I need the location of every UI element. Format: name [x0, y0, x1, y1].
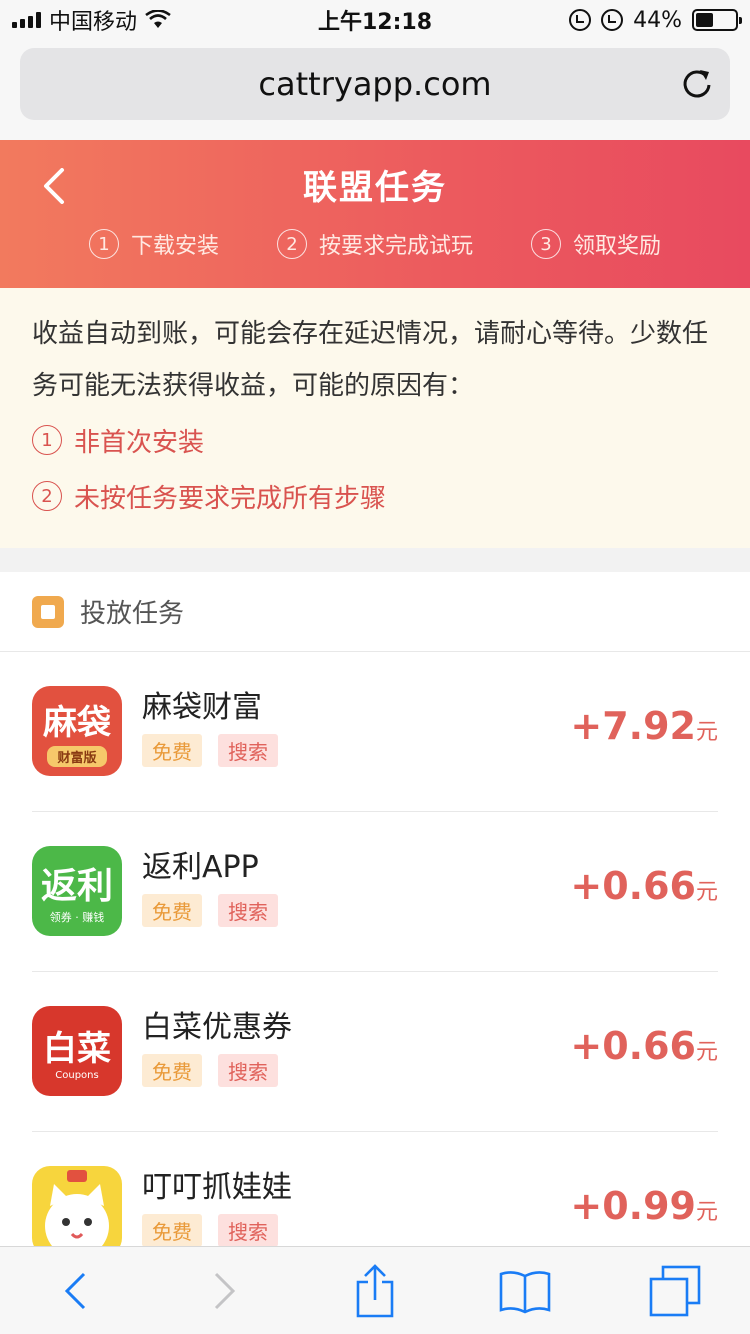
- reload-icon[interactable]: [680, 66, 714, 100]
- reward-unit: 元: [695, 1200, 718, 1225]
- app-icon: 白菜 Coupons: [32, 1006, 122, 1096]
- tabs-icon: [649, 1265, 701, 1316]
- app-name: 白菜优惠券: [142, 1010, 292, 1045]
- step-number: 1: [88, 229, 119, 259]
- battery-percent: 44%: [633, 7, 682, 33]
- reward-amount: +0.99元: [570, 1184, 718, 1228]
- reason-number: 1: [32, 425, 62, 455]
- battery-icon: [692, 9, 742, 31]
- app-icon-sublabel: 财富版: [47, 746, 107, 767]
- step-label: 下载安装: [130, 234, 219, 259]
- task-list-header: 投放任务: [0, 572, 750, 652]
- free-tag: 免费: [142, 1214, 202, 1247]
- task-list-title: 投放任务: [80, 599, 185, 629]
- rotation-lock-icon: [569, 9, 592, 31]
- app-icon: 返利 领券 · 赚钱: [32, 846, 122, 936]
- task-item[interactable]: 叮叮抓娃娃 免费 搜索 +0.99元: [32, 1132, 718, 1252]
- address-bar[interactable]: cattryapp.com: [20, 48, 730, 120]
- app-name: 叮叮抓娃娃: [142, 1170, 292, 1205]
- step-item: 2 按要求完成试玩: [276, 228, 473, 260]
- task-item[interactable]: 麻袋 财富版 麻袋财富 免费 搜索 +7.92元: [32, 652, 718, 812]
- reward-unit: 元: [695, 720, 718, 745]
- step-item: 1 下载安装: [88, 228, 219, 260]
- browser-chrome: cattryapp.com: [0, 40, 750, 140]
- page-title: 联盟任务: [303, 168, 447, 208]
- step-number: 3: [530, 229, 561, 259]
- step-list: 1 下载安装 2 按要求完成试玩 3 领取奖励: [0, 228, 750, 260]
- clock: 上午12:18: [317, 10, 433, 35]
- free-tag: 免费: [142, 734, 202, 767]
- app-icon-label: 麻袋: [43, 703, 111, 743]
- task-list: 投放任务 麻袋 财富版 麻袋财富 免费 搜索 +7.92元 返利 领券 · 赚钱…: [0, 572, 750, 1252]
- task-item[interactable]: 返利 领券 · 赚钱 返利APP 免费 搜索 +0.66元: [32, 812, 718, 972]
- status-bar: 中国移动 上午12:18 44%: [0, 0, 750, 40]
- search-tag: 搜索: [218, 1214, 278, 1247]
- search-tag: 搜索: [218, 734, 278, 767]
- reason-item: 2 未按任务要求完成所有步骤: [32, 468, 718, 524]
- share-icon: [356, 1263, 394, 1317]
- step-number: 2: [276, 229, 307, 259]
- alarm-icon: [601, 9, 624, 31]
- step-label: 按要求完成试玩: [318, 234, 473, 259]
- reward-amount: +0.66元: [570, 1024, 718, 1068]
- reason-item: 1 非首次安装: [32, 412, 718, 468]
- app-icon: 麻袋 财富版: [32, 686, 122, 776]
- app-name: 麻袋财富: [142, 690, 262, 725]
- reason-number: 2: [32, 481, 62, 511]
- reward-amount: +0.66元: [570, 864, 718, 908]
- free-tag: 免费: [142, 894, 202, 927]
- carrier-label: 中国移动: [49, 10, 138, 35]
- reward-amount: +7.92元: [570, 704, 718, 748]
- task-item[interactable]: 白菜 Coupons 白菜优惠券 免费 搜索 +0.66元: [32, 972, 718, 1132]
- book-icon: [499, 1270, 551, 1313]
- page-header: 联盟任务 1 下载安装 2 按要求完成试玩 3 领取奖励: [0, 140, 750, 288]
- tabs-button[interactable]: [645, 1261, 705, 1321]
- app-icon: [32, 1166, 122, 1252]
- chevron-left-icon: [64, 1272, 86, 1309]
- search-tag: 搜索: [218, 894, 278, 927]
- wifi-icon: [145, 10, 171, 28]
- reason-label: 未按任务要求完成所有步骤: [74, 483, 387, 514]
- forward-button[interactable]: [195, 1261, 255, 1321]
- app-icon-label: 白菜: [43, 1029, 111, 1069]
- chevron-right-icon: [214, 1272, 236, 1309]
- app-icon-sublabel: 领券 · 赚钱: [49, 911, 105, 924]
- browser-toolbar: [0, 1246, 750, 1334]
- free-tag: 免费: [142, 1054, 202, 1087]
- signal-icon: [12, 12, 41, 28]
- bookmarks-button[interactable]: [495, 1261, 555, 1321]
- url-text: cattryapp.com: [258, 65, 492, 103]
- search-tag: 搜索: [218, 1054, 278, 1087]
- app-icon-sublabel: Coupons: [55, 1070, 99, 1081]
- reward-unit: 元: [695, 1040, 718, 1065]
- document-icon: [32, 595, 64, 628]
- cat-mascot-icon: [45, 1170, 109, 1252]
- notice-text: 收益自动到账，可能会存在延迟情况，请耐心等待。少数任务可能无法获得收益，可能的原…: [32, 319, 709, 401]
- step-item: 3 领取奖励: [530, 228, 661, 260]
- share-button[interactable]: [345, 1261, 405, 1321]
- app-icon-label: 返利: [40, 866, 113, 907]
- back-button[interactable]: [45, 1261, 105, 1321]
- reason-label: 非首次安装: [74, 427, 205, 458]
- reward-unit: 元: [695, 880, 718, 905]
- app-name: 返利APP: [142, 850, 259, 885]
- step-label: 领取奖励: [572, 234, 661, 259]
- notice-panel: 收益自动到账，可能会存在延迟情况，请耐心等待。少数任务可能无法获得收益，可能的原…: [0, 288, 750, 548]
